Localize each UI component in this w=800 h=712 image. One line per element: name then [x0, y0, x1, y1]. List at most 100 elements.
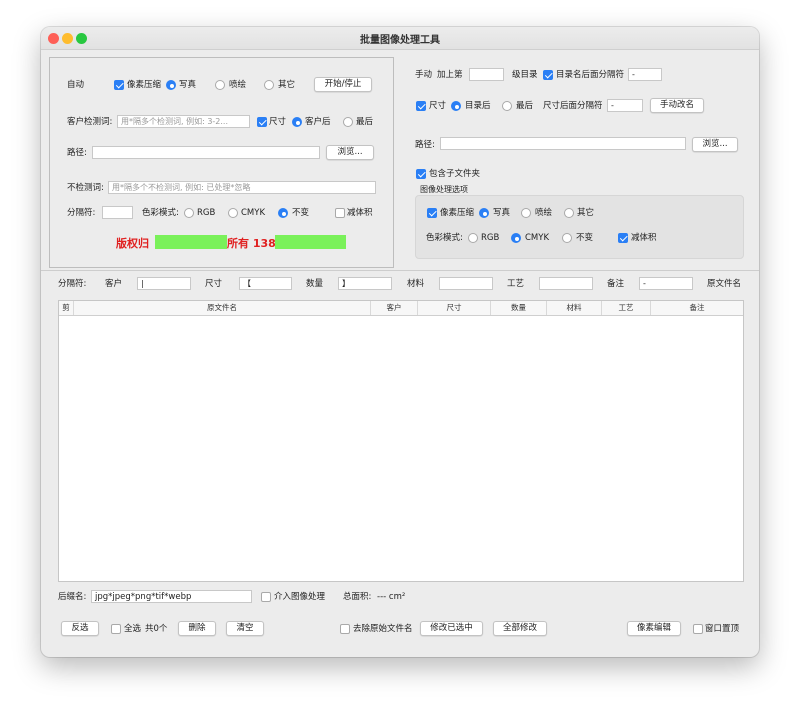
auto-path-label: 路径:	[67, 148, 87, 158]
auto-mode-photo-radio[interactable]	[166, 80, 176, 90]
sepbar-note-input[interactable]: -	[639, 277, 693, 290]
manual-color-mode-label: 色彩模式:	[426, 233, 463, 243]
auto-cmyk-radio[interactable]	[228, 208, 238, 218]
include-subfolders-label: 包含子文件夹	[429, 169, 481, 179]
manual-reduce-volume-checkbox[interactable]	[618, 233, 628, 243]
auto-mode-photo-label: 写真	[179, 80, 197, 90]
manual-pos-after-dir-label: 目录后	[465, 101, 491, 111]
auto-pixel-compress-label: 像素压缩	[127, 80, 162, 90]
manual-rgb-label: RGB	[481, 233, 500, 243]
auto-separator-input[interactable]	[102, 206, 133, 219]
column-header[interactable]: 数量	[491, 301, 547, 315]
redaction-block	[155, 235, 227, 249]
auto-pos-last-radio[interactable]	[343, 117, 353, 127]
auto-mode-other-radio[interactable]	[264, 80, 274, 90]
delete-button[interactable]: 删除	[178, 621, 216, 636]
sepbar-label: 分隔符:	[58, 279, 87, 289]
manual-pixel-compress-label: 像素压缩	[440, 208, 475, 218]
manual-size-sep-label: 尺寸后面分隔符	[543, 101, 603, 111]
manual-cmyk-radio[interactable]	[511, 233, 521, 243]
sepbar-size-input[interactable]: 【	[239, 277, 292, 290]
auto-unchanged-radio[interactable]	[278, 208, 288, 218]
remove-original-name-checkbox[interactable]	[340, 624, 350, 634]
auto-rgb-radio[interactable]	[184, 208, 194, 218]
auto-reduce-volume-checkbox[interactable]	[335, 208, 345, 218]
select-all-checkbox[interactable]	[111, 624, 121, 634]
window-top-label: 窗口置顶	[705, 624, 740, 634]
manual-level-input[interactable]	[469, 68, 504, 81]
manual-level-dir-label: 级目录	[512, 70, 538, 80]
column-header[interactable]: 客户	[371, 301, 418, 315]
column-header[interactable]: 备注	[651, 301, 743, 315]
column-header[interactable]: 材料	[547, 301, 602, 315]
auto-browse-button[interactable]: 浏览...	[326, 145, 374, 160]
sepbar-customer-input[interactable]: |	[137, 277, 191, 290]
manual-dir-sep-label: 目录名后面分隔符	[556, 70, 625, 80]
select-all-label: 全选	[124, 624, 142, 634]
manual-rgb-radio[interactable]	[468, 233, 478, 243]
manual-unchanged-radio[interactable]	[562, 233, 572, 243]
sepbar-craft-label: 工艺	[507, 279, 525, 289]
manual-pos-last-radio[interactable]	[502, 101, 512, 111]
clear-button[interactable]: 清空	[226, 621, 264, 636]
manual-mode-photo-label: 写真	[493, 208, 511, 218]
column-header[interactable]: 尺寸	[418, 301, 491, 315]
manual-browse-button[interactable]: 浏览...	[692, 137, 738, 152]
auto-separator-label: 分隔符:	[67, 208, 96, 218]
manual-size-sep-input[interactable]: -	[607, 99, 643, 112]
manual-pixel-compress-checkbox[interactable]	[427, 208, 437, 218]
manual-add-level-label: 加上第	[437, 70, 463, 80]
column-header[interactable]: 原文件名	[74, 301, 371, 315]
pixel-edit-button[interactable]: 像素编辑	[627, 621, 681, 636]
manual-pos-after-dir-radio[interactable]	[451, 101, 461, 111]
section-divider	[41, 270, 759, 271]
include-image-checkbox[interactable]	[261, 592, 271, 602]
manual-mode-other-radio[interactable]	[564, 208, 574, 218]
auto-size-checkbox[interactable]	[257, 117, 267, 127]
manual-path-input[interactable]	[440, 137, 686, 150]
exclude-keywords-label: 不检测词:	[67, 183, 104, 193]
column-header[interactable]: 工艺	[602, 301, 651, 315]
sepbar-quantity-input[interactable]: 】	[338, 277, 392, 290]
window-title: 批量图像处理工具	[360, 35, 440, 46]
modify-selected-button[interactable]: 修改已选中	[420, 621, 483, 636]
total-area-label: 总面积:	[343, 592, 372, 602]
auto-path-input[interactable]	[92, 146, 320, 159]
auto-cmyk-label: CMYK	[241, 208, 266, 218]
sepbar-size-label: 尺寸	[205, 279, 223, 289]
sepbar-customer-label: 客户	[105, 279, 123, 289]
manual-cmyk-label: CMYK	[525, 233, 550, 243]
manual-reduce-volume-label: 减体积	[631, 233, 657, 243]
start-stop-button[interactable]: 开始/停止	[314, 77, 372, 92]
auto-pos-after-customer-radio[interactable]	[292, 117, 302, 127]
suffix-input[interactable]: jpg*jpeg*png*tif*webp	[91, 590, 252, 603]
manual-size-label: 尺寸	[429, 101, 447, 111]
manual-size-checkbox[interactable]	[416, 101, 426, 111]
file-table[interactable]: 剪 原文件名 客户 尺寸 数量 材料 工艺 备注	[58, 300, 744, 582]
customer-keywords-input[interactable]: 用*隔多个检测词, 例如: 3-2...	[117, 115, 250, 128]
sepbar-original-label: 原文件名	[707, 279, 742, 289]
include-subfolders-checkbox[interactable]	[416, 169, 426, 179]
manual-mode-spray-label: 喷绘	[535, 208, 553, 218]
manual-dir-sep-checkbox[interactable]	[543, 70, 553, 80]
auto-mode-spray-radio[interactable]	[215, 80, 225, 90]
auto-pixel-compress-checkbox[interactable]	[114, 80, 124, 90]
sepbar-craft-input[interactable]	[539, 277, 593, 290]
column-header[interactable]: 剪	[59, 301, 74, 315]
image-options-panel	[415, 195, 744, 259]
title-bar: 批量图像处理工具	[41, 27, 759, 50]
manual-mode-spray-radio[interactable]	[521, 208, 531, 218]
app-window: 批量图像处理工具 自动 像素压缩 写真 喷绘 其它 开始/停止 客户检测词: 用…	[41, 27, 759, 657]
exclude-keywords-input[interactable]: 用*隔多个不检测词, 例如: 已处理*忽略	[108, 181, 376, 194]
auto-unchanged-label: 不变	[292, 208, 310, 218]
window-top-checkbox[interactable]	[693, 624, 703, 634]
auto-mode-spray-label: 喷绘	[229, 80, 247, 90]
invert-selection-button[interactable]: 反选	[61, 621, 99, 636]
modify-all-button[interactable]: 全部修改	[493, 621, 547, 636]
sepbar-material-input[interactable]	[439, 277, 493, 290]
auto-mode-other-label: 其它	[278, 80, 296, 90]
manual-rename-button[interactable]: 手动改名	[650, 98, 704, 113]
manual-mode-photo-radio[interactable]	[479, 208, 489, 218]
manual-label: 手动	[415, 70, 433, 80]
manual-dir-sep-input[interactable]: -	[628, 68, 662, 81]
